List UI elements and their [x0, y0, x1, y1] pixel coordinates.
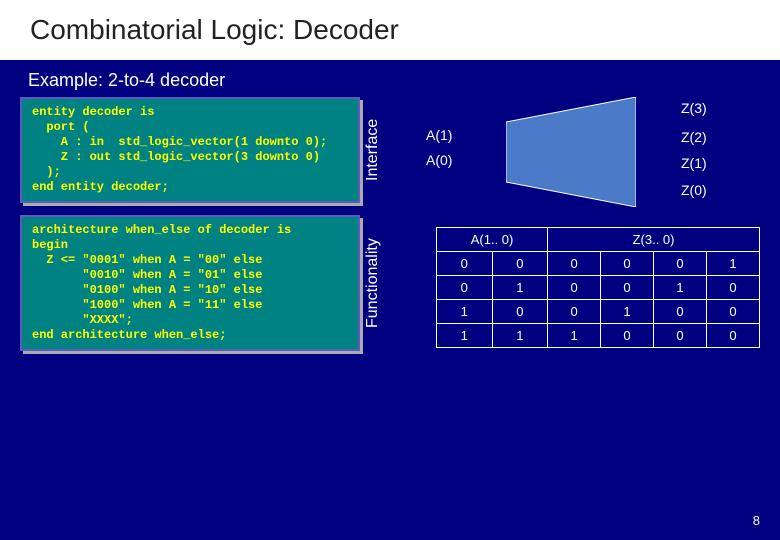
functionality-block-wrap: architecture when_else of decoder is beg… — [20, 215, 386, 351]
truth-table: A(1.. 0) Z(3.. 0) 0 0 0 0 0 1 0 1 0 0 — [436, 227, 760, 348]
decoder-diagram: A(1) A(0) Z(3) Z(2) Z(1) Z(0) — [406, 97, 760, 217]
output-label-z2: Z(2) — [681, 129, 707, 145]
header-z: Z(3.. 0) — [548, 228, 760, 252]
input-label-a0: A(0) — [426, 152, 452, 168]
interface-block-wrap: entity decoder is port ( A : in std_logi… — [20, 97, 386, 203]
table-body: 0 0 0 0 0 1 0 1 0 0 1 0 1 0 — [437, 252, 760, 348]
decoder-shape — [506, 97, 636, 207]
diagram-column: A(1) A(0) Z(3) Z(2) Z(1) Z(0) A(1.. 0) Z… — [396, 97, 760, 351]
code-column: entity decoder is port ( A : in std_logi… — [20, 97, 386, 351]
slide-subtitle: Example: 2-to-4 decoder — [0, 60, 780, 97]
functionality-label: Functionality — [360, 215, 386, 351]
table-row: 1 0 0 1 0 0 — [437, 300, 760, 324]
header-a: A(1.. 0) — [437, 228, 548, 252]
content-area: entity decoder is port ( A : in std_logi… — [0, 97, 780, 351]
output-label-z1: Z(1) — [681, 155, 707, 171]
table-row: 1 1 1 0 0 0 — [437, 324, 760, 348]
input-label-a1: A(1) — [426, 127, 452, 143]
table-row: 0 0 0 0 0 1 — [437, 252, 760, 276]
output-label-z0: Z(0) — [681, 182, 707, 198]
interface-code: entity decoder is port ( A : in std_logi… — [20, 97, 360, 203]
trapezoid-icon — [506, 97, 636, 207]
slide-title: Combinatorial Logic: Decoder — [30, 14, 399, 46]
output-label-z3: Z(3) — [681, 100, 707, 116]
functionality-code: architecture when_else of decoder is beg… — [20, 215, 360, 351]
table-header-row: A(1.. 0) Z(3.. 0) — [437, 228, 760, 252]
title-bar: Combinatorial Logic: Decoder — [0, 0, 780, 60]
interface-label: Interface — [360, 97, 386, 203]
page-number: 8 — [753, 513, 760, 528]
table-row: 0 1 0 0 1 0 — [437, 276, 760, 300]
